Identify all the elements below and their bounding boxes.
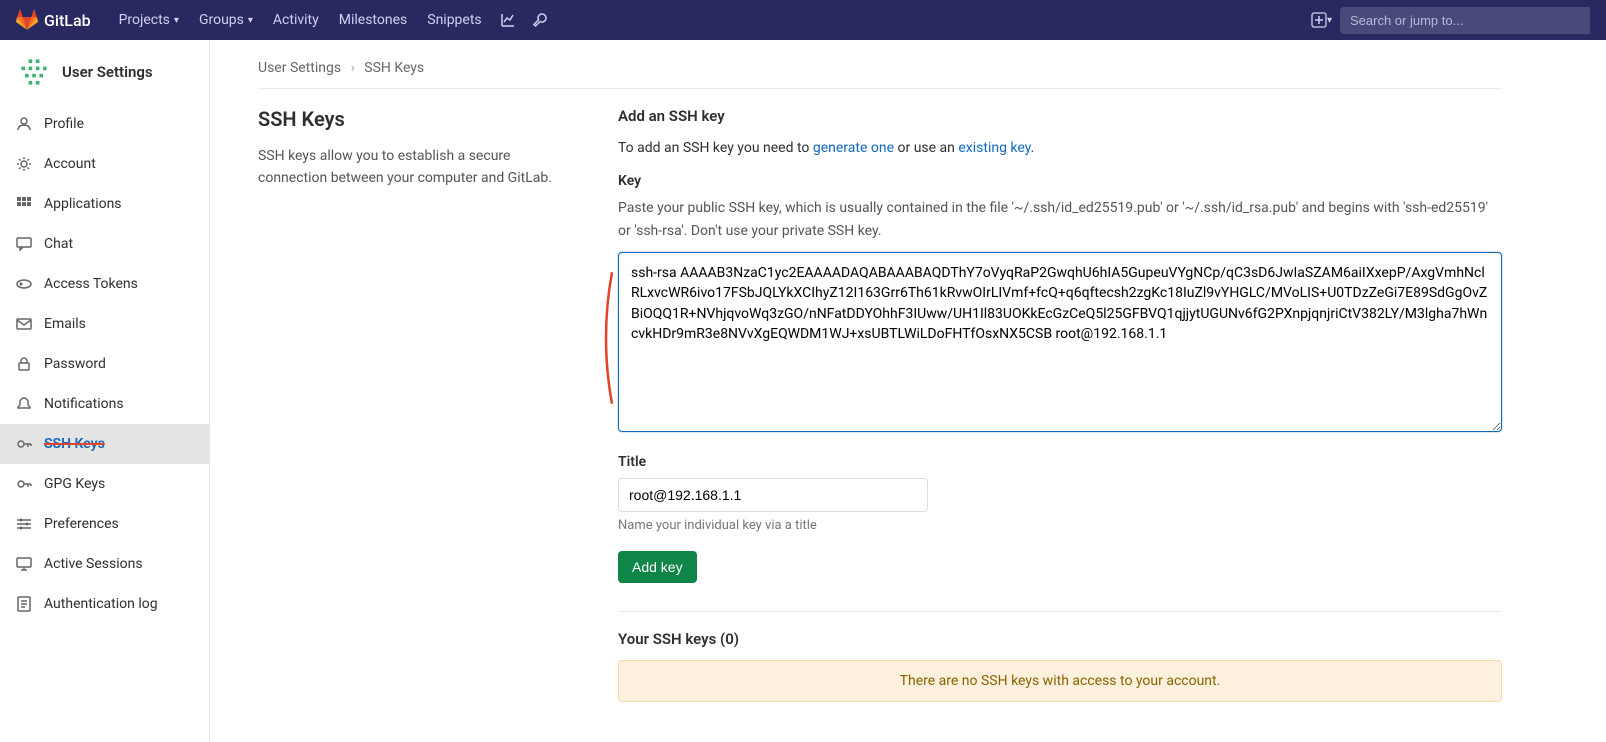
sidebar-item-label: Applications: [44, 196, 122, 212]
intro-column: SSH Keys SSH keys allow you to establish…: [258, 107, 558, 702]
sidebar-title: User Settings: [62, 63, 153, 81]
apps-icon: [16, 196, 32, 212]
tanuki-icon: [16, 9, 38, 31]
form-column: Add an SSH key To add an SSH key you nee…: [618, 107, 1502, 702]
sidebar-item-gpg-keys[interactable]: GPG Keys: [0, 464, 209, 504]
sidebar-item-label: SSH Keys: [44, 436, 105, 452]
settings-sidebar: User Settings Profile Account Applications…: [0, 40, 210, 742]
key-icon: [16, 476, 32, 492]
key-field-label: Key: [618, 173, 1502, 189]
key-icon: [16, 436, 32, 452]
search-input[interactable]: [1340, 7, 1590, 34]
key-title-input[interactable]: [618, 478, 928, 512]
breadcrumb: User Settings › SSH Keys: [258, 56, 1502, 89]
wrench-icon: [532, 12, 548, 28]
sidebar-item-label: Authentication log: [44, 596, 158, 612]
sidebar-item-label: Account: [44, 156, 96, 172]
breadcrumb-root[interactable]: User Settings: [258, 60, 341, 76]
chevron-right-icon: ›: [351, 60, 355, 76]
breadcrumb-leaf: SSH Keys: [364, 60, 424, 76]
user-avatar-icon: [16, 54, 52, 90]
sidebar-item-label: Active Sessions: [44, 556, 143, 572]
add-key-button[interactable]: Add key: [618, 551, 697, 583]
sidebar-item-active-sessions[interactable]: Active Sessions: [0, 544, 209, 584]
sessions-icon: [16, 556, 32, 572]
existing-key-link[interactable]: existing key: [958, 140, 1030, 156]
page-intro-text: SSH keys allow you to establish a secure…: [258, 145, 558, 190]
annotation-mark: [598, 270, 616, 406]
profile-icon: [16, 116, 32, 132]
emails-icon: [16, 316, 32, 332]
nav-milestones[interactable]: Milestones: [329, 0, 418, 40]
key-field-help: Paste your public SSH key, which is usua…: [618, 197, 1502, 242]
sidebar-item-access-tokens[interactable]: Access Tokens: [0, 264, 209, 304]
sidebar-item-label: Access Tokens: [44, 276, 138, 292]
your-keys-heading: Your SSH keys (0): [618, 630, 1502, 648]
sidebar-item-password[interactable]: Password: [0, 344, 209, 384]
sidebar-item-label: Password: [44, 356, 106, 372]
sidebar-item-applications[interactable]: Applications: [0, 184, 209, 224]
log-icon: [16, 596, 32, 612]
sidebar-item-ssh-keys[interactable]: SSH Keys: [0, 424, 209, 464]
nav-analytics[interactable]: [492, 0, 524, 40]
nav-groups[interactable]: Groups ▾: [189, 0, 263, 40]
prefs-icon: [16, 516, 32, 532]
add-key-heading: Add an SSH key: [618, 107, 1502, 125]
nav-admin[interactable]: [524, 0, 556, 40]
sidebar-item-label: Profile: [44, 116, 84, 132]
sidebar-item-authentication-log[interactable]: Authentication log: [0, 584, 209, 624]
gitlab-logo[interactable]: GitLab: [16, 9, 91, 31]
sidebar-item-label: Notifications: [44, 396, 124, 412]
title-hint: Name your individual key via a title: [618, 518, 1502, 533]
sidebar-item-notifications[interactable]: Notifications: [0, 384, 209, 424]
nav-activity[interactable]: Activity: [263, 0, 329, 40]
no-keys-alert: There are no SSH keys with access to you…: [618, 660, 1502, 702]
nav-new-dropdown[interactable]: ▾: [1303, 0, 1340, 40]
generate-key-link[interactable]: generate one: [813, 140, 894, 156]
password-icon: [16, 356, 32, 372]
top-navbar: GitLab Projects ▾ Groups ▾ Activity Mile…: [0, 0, 1606, 40]
token-icon: [16, 276, 32, 292]
nav-projects[interactable]: Projects ▾: [109, 0, 189, 40]
sidebar-item-label: Chat: [44, 236, 73, 252]
brand-text: GitLab: [44, 11, 91, 30]
chevron-down-icon: ▾: [174, 15, 179, 26]
main-content: User Settings › SSH Keys SSH Keys SSH ke…: [210, 40, 1550, 742]
sidebar-item-label: GPG Keys: [44, 476, 105, 492]
sidebar-item-label: Emails: [44, 316, 86, 332]
chat-icon: [16, 236, 32, 252]
add-key-help: To add an SSH key you need to generate o…: [618, 137, 1502, 159]
sidebar-item-preferences[interactable]: Preferences: [0, 504, 209, 544]
chevron-down-icon: ▾: [1327, 15, 1332, 26]
notif-icon: [16, 396, 32, 412]
plus-icon: [1311, 12, 1327, 28]
divider: [618, 611, 1502, 612]
sidebar-item-chat[interactable]: Chat: [0, 224, 209, 264]
sidebar-item-profile[interactable]: Profile: [0, 104, 209, 144]
title-field-label: Title: [618, 454, 1502, 470]
sidebar-item-account[interactable]: Account: [0, 144, 209, 184]
ssh-key-textarea[interactable]: [618, 252, 1502, 432]
account-icon: [16, 156, 32, 172]
nav-snippets[interactable]: Snippets: [417, 0, 491, 40]
chart-icon: [500, 12, 516, 28]
sidebar-item-label: Preferences: [44, 516, 119, 532]
page-heading: SSH Keys: [258, 107, 558, 131]
sidebar-item-emails[interactable]: Emails: [0, 304, 209, 344]
chevron-down-icon: ▾: [248, 15, 253, 26]
sidebar-header: User Settings: [0, 40, 209, 104]
